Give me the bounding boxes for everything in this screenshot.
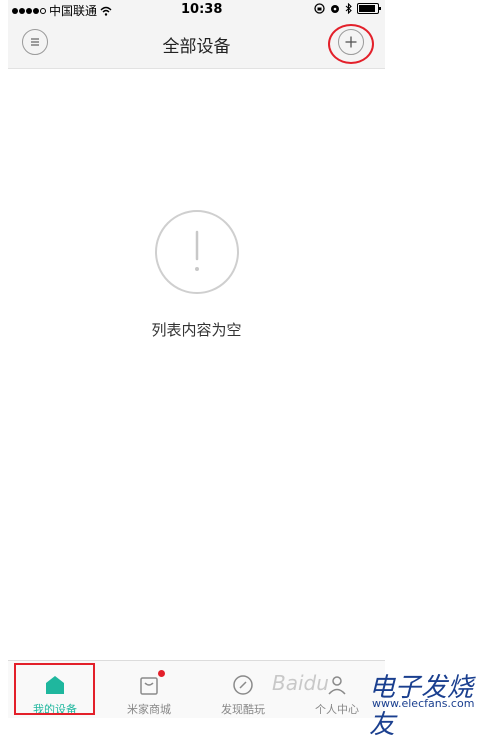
empty-state-message: 列表内容为空 (151, 321, 242, 339)
tab-mi-store[interactable]: 米家商城 (102, 661, 196, 718)
bluetooth-icon (345, 3, 352, 14)
notification-badge (158, 670, 165, 677)
status-bar: 中国联通 10:38 (8, 0, 385, 18)
empty-state-circle (154, 210, 239, 294)
elecfans-watermark-url: www.elecfans.com (372, 697, 475, 710)
tab-label: 发现酷玩 (221, 703, 265, 716)
battery-icon (357, 3, 381, 14)
plus-icon (345, 36, 357, 48)
alarm-icon (331, 5, 339, 13)
navigation-bar: 全部设备 (8, 18, 385, 69)
status-left: 中国联通 (12, 2, 112, 19)
shopping-bag-icon (140, 677, 158, 695)
signal-strength-icon (12, 7, 46, 14)
exclamation-icon (194, 230, 199, 271)
add-device-button[interactable] (338, 29, 364, 55)
wifi-icon (100, 6, 112, 16)
tab-label: 米家商城 (127, 703, 171, 716)
status-time: 10:38 (181, 2, 223, 17)
empty-state: 列表内容为空 (8, 210, 385, 340)
tab-my-devices[interactable]: 我的设备 (8, 661, 102, 718)
tab-label: 我的设备 (33, 703, 77, 716)
baidu-watermark: Baidu (272, 671, 329, 695)
carrier-name: 中国联通 (49, 4, 98, 18)
page-title: 全部设备 (162, 37, 231, 57)
status-right (314, 3, 381, 14)
phone-screen: 中国联通 10:38 全部设备 列表内容为空 我的设备 米家商城 发现酷玩 个人… (8, 0, 385, 718)
home-icon (46, 676, 64, 694)
lock-rotation-icon (314, 3, 325, 14)
compass-icon (233, 675, 253, 695)
